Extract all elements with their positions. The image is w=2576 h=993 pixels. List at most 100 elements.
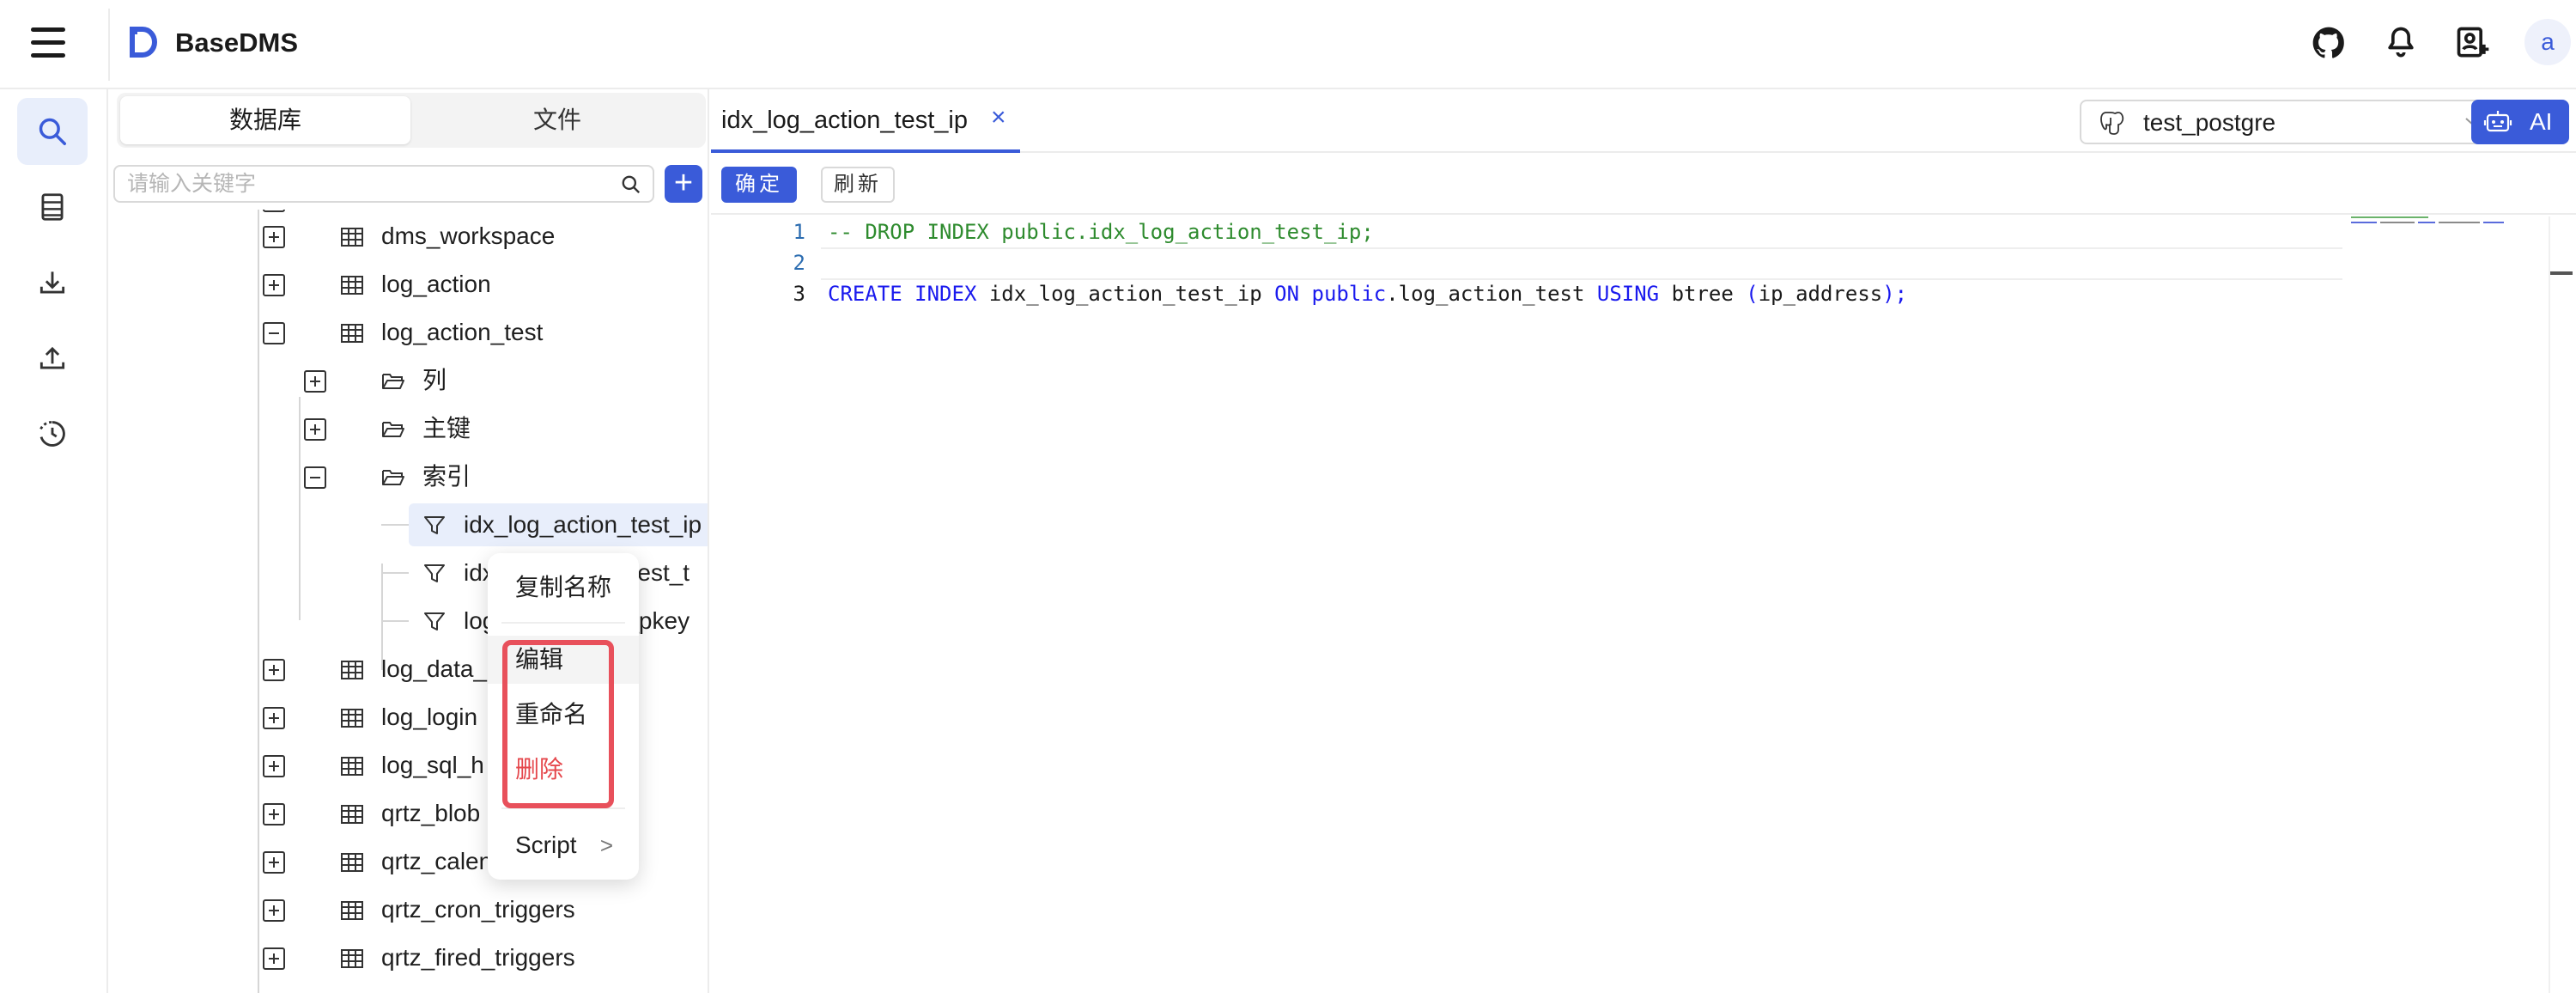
- nav-history[interactable]: [17, 400, 88, 467]
- sql-code-editor[interactable]: 1 2 3 -- DROP INDEX public.idx_log_actio…: [711, 216, 2576, 993]
- tree-row[interactable]: idx_log_action_test_ip: [110, 503, 708, 546]
- sidebar-segmented-control: 数据库 文件: [117, 93, 706, 148]
- expand-icon[interactable]: [263, 226, 285, 248]
- tree-row[interactable]: log_action_test: [110, 311, 708, 354]
- user-add-icon[interactable]: [2454, 24, 2492, 62]
- expand-icon[interactable]: [304, 370, 326, 393]
- chevron-right-icon: >: [599, 832, 613, 858]
- add-connection-button[interactable]: +: [665, 165, 702, 203]
- table-icon: [341, 709, 363, 728]
- tree-item-label: 索引: [422, 463, 471, 490]
- table-icon: [341, 853, 363, 872]
- tree-row[interactable]: log_action: [110, 263, 708, 306]
- tree-row[interactable]: 列: [110, 359, 708, 402]
- expand-icon[interactable]: [263, 851, 285, 874]
- menu-divider: [501, 807, 625, 809]
- tree-item-label: idx_log_action_test_ip: [464, 511, 702, 538]
- tree-item-label: log_action_test: [381, 319, 544, 345]
- sql-paren: );: [1882, 282, 1908, 306]
- folder-open-icon: [382, 470, 404, 485]
- index-filter-icon: [424, 564, 445, 582]
- editor-vertical-scrollbar[interactable]: [2549, 216, 2550, 993]
- tree-item-label: log_login: [381, 704, 478, 730]
- hamburger-menu-icon[interactable]: [31, 26, 69, 60]
- expand-icon[interactable]: [263, 210, 285, 212]
- close-icon[interactable]: ×: [991, 103, 1006, 132]
- code-line-3: CREATE INDEX idx_log_action_test_ip ON p…: [828, 278, 1907, 309]
- tree-item-label: log_action: [381, 271, 491, 297]
- tree-row[interactable]: qrtz_fired_triggers: [110, 936, 708, 979]
- folder-open-icon: [382, 374, 404, 389]
- tree-guide: [381, 524, 409, 526]
- history-icon: [39, 421, 65, 447]
- index-filter-icon: [424, 612, 445, 631]
- nav-database-list[interactable]: [17, 174, 88, 241]
- tree-row[interactable]: dms_workspace: [110, 215, 708, 258]
- tab-idx-log-action-test-ip[interactable]: idx_log_action_test_ip ×: [711, 89, 1020, 153]
- table-icon: [341, 228, 363, 247]
- menu-item-edit[interactable]: 编辑: [488, 636, 639, 684]
- database-list-icon: [41, 193, 64, 221]
- collapse-icon[interactable]: [304, 466, 326, 489]
- sql-keyword: public: [1311, 282, 1387, 306]
- tree-row[interactable]: 主键: [110, 407, 708, 450]
- tree-item-label: log_data_: [381, 655, 488, 682]
- line-number: 3: [793, 282, 805, 306]
- current-line-highlight: [821, 247, 2342, 280]
- line-number: 1: [793, 220, 805, 244]
- menu-item-rename[interactable]: 重命名: [488, 691, 639, 739]
- user-avatar[interactable]: a: [2524, 19, 2571, 65]
- expand-icon[interactable]: [263, 707, 285, 729]
- nav-search[interactable]: [17, 98, 88, 165]
- table-icon: [341, 757, 363, 776]
- menu-item-copy-name[interactable]: 复制名称: [488, 564, 639, 612]
- tree-item-label: qrtz_blob: [381, 800, 481, 826]
- expand-icon[interactable]: [304, 418, 326, 441]
- editor-toolbar: 确定 刷新: [711, 155, 2576, 215]
- line-number: 2: [793, 251, 805, 275]
- sql-identifier: btree: [1659, 282, 1747, 306]
- search-icon[interactable]: [620, 174, 642, 196]
- search-input[interactable]: [127, 170, 608, 198]
- expand-icon[interactable]: [263, 659, 285, 681]
- tab-database[interactable]: 数据库: [120, 96, 410, 144]
- sql-keyword: USING: [1596, 282, 1660, 306]
- sql-comment: -- DROP INDEX public.idx_log_action_test…: [828, 220, 1374, 244]
- editor-tab-bar: idx_log_action_test_ip × test_postgre AI: [711, 89, 2576, 153]
- menu-item-delete[interactable]: 删除: [488, 746, 639, 794]
- expand-icon[interactable]: [263, 803, 285, 825]
- menu-item-script-label: Script: [515, 832, 577, 858]
- tab-files[interactable]: 文件: [412, 96, 702, 144]
- tree-row[interactable]: 索引: [110, 455, 708, 498]
- menu-item-script[interactable]: Script >: [488, 821, 639, 869]
- table-icon: [341, 661, 363, 679]
- database-select[interactable]: test_postgre: [2080, 100, 2502, 144]
- expand-icon[interactable]: [263, 274, 285, 296]
- postgresql-icon: [2100, 112, 2124, 135]
- tab-label: idx_log_action_test_ip: [721, 107, 968, 134]
- search-icon: [39, 118, 66, 145]
- nav-upload[interactable]: [17, 325, 88, 392]
- sql-keyword: CREATE INDEX: [828, 282, 977, 306]
- github-icon[interactable]: [2310, 24, 2348, 62]
- expand-icon[interactable]: [263, 947, 285, 970]
- tree-item-label: dms_workspace: [381, 222, 556, 249]
- nav-download[interactable]: [17, 249, 88, 316]
- tree-row[interactable]: qrtz_cron_triggers: [110, 888, 708, 931]
- tree-guide: [381, 620, 409, 622]
- tree-item-label: 主键: [422, 415, 471, 442]
- bell-icon[interactable]: [2382, 24, 2420, 62]
- ai-assistant-button[interactable]: AI: [2471, 100, 2569, 144]
- editor-minimap[interactable]: [2351, 216, 2523, 225]
- sql-paren: (: [1746, 282, 1759, 306]
- table-icon: [341, 324, 363, 343]
- expand-icon[interactable]: [263, 755, 285, 777]
- confirm-button[interactable]: 确定: [721, 167, 797, 203]
- top-header: BaseDMS a: [0, 0, 2576, 89]
- expand-icon[interactable]: [263, 899, 285, 922]
- collapse-icon[interactable]: [263, 322, 285, 344]
- tree-item-label: qrtz_cron_triggers: [381, 896, 575, 923]
- code-line-1: -- DROP INDEX public.idx_log_action_test…: [828, 216, 1374, 247]
- scrollbar-cursor-marker: [2550, 271, 2573, 275]
- refresh-button[interactable]: 刷新: [821, 167, 895, 203]
